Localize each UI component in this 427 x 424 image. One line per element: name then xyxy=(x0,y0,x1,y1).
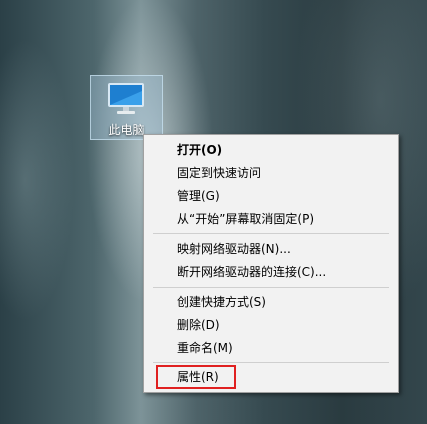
properties-highlight-box xyxy=(156,365,236,389)
context-menu: 打开(O) 固定到快速访问 管理(G) 从“开始”屏幕取消固定(P) 映射网络驱… xyxy=(143,134,399,393)
menu-item-delete[interactable]: 删除(D) xyxy=(177,315,220,335)
menu-item-map-network-drive[interactable]: 映射网络驱动器(N)... xyxy=(177,239,291,259)
menu-item-open[interactable]: 打开(O) xyxy=(177,140,222,160)
menu-separator xyxy=(153,287,389,288)
menu-item-pin-quick-access[interactable]: 固定到快速访问 xyxy=(177,163,261,183)
menu-item-rename[interactable]: 重命名(M) xyxy=(177,338,233,358)
menu-item-create-shortcut[interactable]: 创建快捷方式(S) xyxy=(177,292,266,312)
computer-monitor-icon xyxy=(106,81,148,125)
menu-separator xyxy=(153,233,389,234)
desktop[interactable]: 此电脑 打开(O) 固定到快速访问 管理(G) 从“开始”屏幕取消固定(P) 映… xyxy=(0,0,427,424)
menu-item-disconnect-network-drive[interactable]: 断开网络驱动器的连接(C)... xyxy=(177,262,326,282)
menu-item-manage[interactable]: 管理(G) xyxy=(177,186,220,206)
menu-separator xyxy=(153,362,389,363)
this-pc-desktop-icon[interactable]: 此电脑 xyxy=(90,75,163,140)
menu-item-unpin-start[interactable]: 从“开始”屏幕取消固定(P) xyxy=(177,209,314,229)
